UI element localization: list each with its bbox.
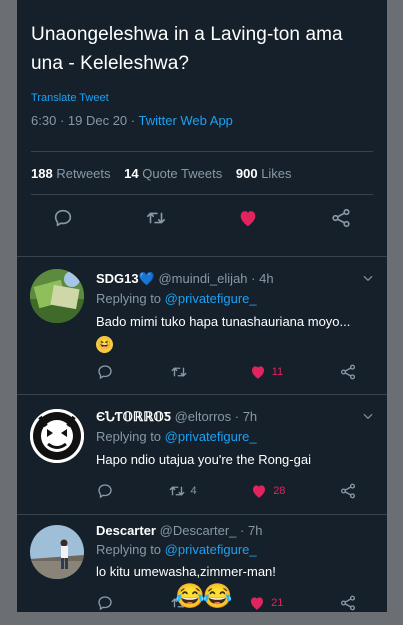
- reply-time: 7h: [247, 523, 263, 538]
- retweet-icon: [171, 367, 187, 377]
- replying-to-handle[interactable]: @privatefigure_: [165, 429, 257, 444]
- avatar-image: [30, 269, 84, 323]
- reply-action-bar: 11: [96, 363, 357, 381]
- retweet-button[interactable]: 4: [168, 482, 197, 500]
- tweet-text: Unaongeleshwa in a Laving-ton ama una - …: [31, 24, 343, 74]
- laughing-emoji-overlay: 😂😂: [175, 583, 233, 610]
- avatar-image: [30, 409, 84, 463]
- share-button[interactable]: [330, 207, 352, 229]
- reply-text: Hapo ndio utajua you're the Rong-gai: [96, 452, 311, 467]
- reply-icon: [55, 209, 72, 227]
- reply-icon: [98, 484, 112, 499]
- replying-to-handle[interactable]: @privatefigure_: [165, 542, 257, 557]
- reply-icon: [98, 365, 112, 380]
- reply-tweet[interactable]: ЄՆƬ𝕆ℝℝ𝕆Ƽ @eltorros · 7h Replying to @pri…: [17, 394, 387, 514]
- reply-author-handle[interactable]: @muindi_elijah: [158, 271, 247, 286]
- tweet-source-app[interactable]: Twitter Web App: [139, 113, 233, 128]
- reply-button[interactable]: [96, 594, 114, 612]
- grinning-squinting-emoji: 😆: [96, 336, 113, 353]
- retweet-button[interactable]: [145, 207, 167, 229]
- heart-icon: [251, 366, 264, 379]
- reply-tweet[interactable]: Descarter @Descarter_ · 7h Replying to @…: [17, 514, 387, 612]
- like-count: 28: [273, 485, 286, 497]
- translate-tweet-link[interactable]: Translate Tweet: [17, 78, 387, 104]
- tweet-date: 19 Dec 20: [67, 113, 128, 128]
- chevron-down-icon[interactable]: [361, 409, 375, 423]
- retweets-stat[interactable]: 188 Retweets: [31, 166, 111, 181]
- avatar[interactable]: [30, 269, 84, 323]
- chevron-down-icon[interactable]: [361, 271, 375, 285]
- reply-text: lo kitu umewasha,zimmer-man!: [96, 564, 276, 579]
- quote-tweets-stat[interactable]: 14 Quote Tweets: [124, 166, 222, 181]
- share-button[interactable]: [339, 363, 357, 381]
- reply-author-handle[interactable]: @eltorros: [175, 409, 232, 424]
- reply-tweet[interactable]: SDG13💙 @muindi_elijah · 4h Replying to @…: [17, 256, 387, 394]
- avatar-image: [30, 525, 84, 579]
- verified-emoji: 💙: [138, 271, 155, 286]
- reply-button[interactable]: [52, 207, 74, 229]
- avatar[interactable]: [30, 409, 84, 463]
- reply-icon: [98, 596, 112, 611]
- reply-button[interactable]: [96, 363, 114, 381]
- share-icon: [340, 483, 356, 499]
- tweet-action-bar: [17, 195, 387, 240]
- likes-stat[interactable]: 900 Likes: [236, 166, 292, 181]
- reply-time: 4h: [259, 271, 274, 286]
- heart-icon: [253, 485, 266, 498]
- share-icon: [340, 595, 356, 611]
- like-button[interactable]: 11: [249, 363, 283, 381]
- tweet-stats: 188 Retweets 14 Quote Tweets 900 Likes: [17, 152, 387, 194]
- heart-icon: [251, 597, 264, 610]
- reply-author-name[interactable]: SDG13: [96, 271, 139, 286]
- tweet-meta: 6:30 · 19 Dec 20 · Twitter Web App: [31, 113, 233, 128]
- share-icon: [340, 364, 356, 380]
- retweet-icon: [169, 486, 184, 496]
- tweet-screen: Unaongeleshwa in a Laving-ton ama una - …: [17, 0, 387, 612]
- reply-text: Bado mimi tuko hapa tunashauriana moyo..…: [96, 313, 377, 353]
- reply-action-bar: 4 28: [96, 482, 357, 500]
- like-button[interactable]: 28: [250, 482, 285, 500]
- share-button[interactable]: [339, 482, 357, 500]
- tweet-time: 6:30: [31, 113, 57, 128]
- retweet-icon: [146, 212, 165, 224]
- share-button[interactable]: [339, 594, 357, 612]
- reply-author-name[interactable]: Descarter: [96, 523, 156, 538]
- retweet-count: 4: [190, 485, 197, 497]
- heart-icon: [240, 211, 256, 227]
- reply-button[interactable]: [96, 482, 114, 500]
- like-count: 21: [271, 597, 284, 609]
- reply-author-handle[interactable]: @Descarter_: [160, 523, 237, 538]
- like-count: 11: [271, 366, 284, 378]
- like-button[interactable]: 21: [248, 594, 283, 612]
- reply-author-name[interactable]: ЄՆƬ𝕆ℝℝ𝕆Ƽ: [96, 409, 171, 424]
- avatar[interactable]: [30, 525, 84, 579]
- retweet-button[interactable]: [170, 363, 193, 381]
- share-icon: [332, 208, 350, 228]
- like-button[interactable]: [237, 207, 259, 229]
- replying-to-handle[interactable]: @privatefigure_: [165, 291, 257, 306]
- reply-time: 7h: [242, 409, 258, 424]
